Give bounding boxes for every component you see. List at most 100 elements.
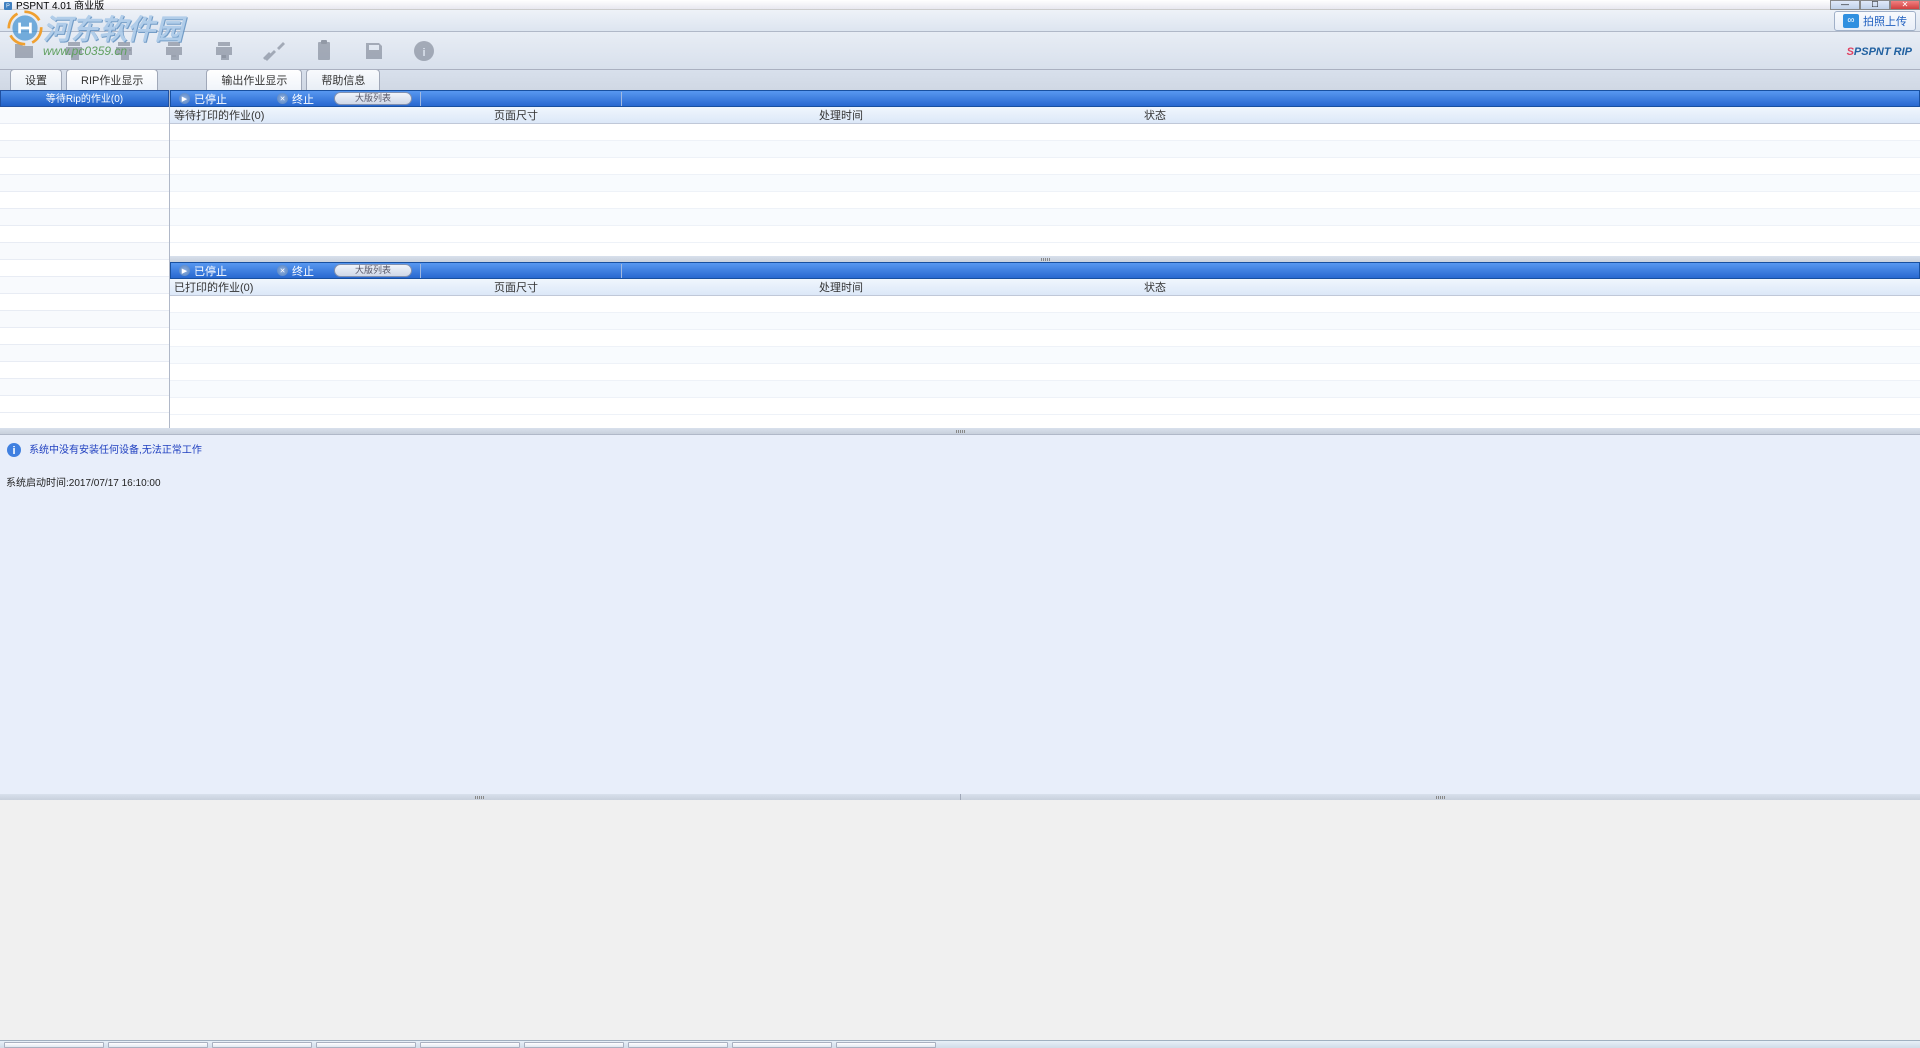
close-button[interactable]: ✕ (1890, 0, 1920, 10)
upload-button[interactable]: ∞ 拍照上传 (1834, 11, 1916, 31)
divider (420, 92, 421, 106)
log-line: i 系统中没有安装任何设备,无法正常工作 (6, 441, 1914, 458)
stop-icon: ✕ (277, 93, 288, 104)
taskbar-item[interactable] (628, 1042, 728, 1048)
info-icon[interactable]: i (408, 36, 440, 66)
table-row[interactable] (170, 347, 1920, 364)
col-time[interactable]: 处理时间 (815, 279, 1140, 295)
table-waiting: 等待打印的作业(0) 页面尺寸 处理时间 状态 (170, 107, 1920, 256)
tab-help[interactable]: 帮助信息 (306, 69, 380, 90)
stop-action-2[interactable]: ✕ 终止 (277, 263, 314, 279)
taskbar-item[interactable] (316, 1042, 416, 1048)
table-row[interactable] (170, 141, 1920, 158)
list-item[interactable] (0, 328, 169, 345)
table-row[interactable] (170, 226, 1920, 243)
brand-label: SPSPNT RIP (1847, 43, 1912, 58)
table-row[interactable] (170, 296, 1920, 313)
upload-label: 拍照上传 (1863, 13, 1907, 29)
list-item[interactable] (0, 362, 169, 379)
list-item[interactable] (0, 379, 169, 396)
table-row[interactable] (170, 158, 1920, 175)
stop-icon: ✕ (277, 265, 288, 276)
clipboard-icon[interactable] (308, 36, 340, 66)
col-jobname[interactable]: 等待打印的作业(0) (170, 107, 490, 123)
layout-button-1[interactable]: 大版列表 (334, 92, 412, 105)
bottom-splitter[interactable] (0, 794, 1920, 800)
list-item[interactable] (0, 277, 169, 294)
table-row[interactable] (170, 209, 1920, 226)
layout-button-2[interactable]: 大版列表 (334, 264, 412, 277)
list-item[interactable] (0, 124, 169, 141)
col-jobname[interactable]: 已打印的作业(0) (170, 279, 490, 295)
list-item[interactable] (0, 294, 169, 311)
log-message: 系统中没有安装任何设备,无法正常工作 (29, 445, 202, 456)
printer3-icon[interactable] (158, 36, 190, 66)
list-item[interactable] (0, 243, 169, 260)
printer4-icon[interactable] (208, 36, 240, 66)
table-header-1: 等待打印的作业(0) 页面尺寸 处理时间 状态 (170, 107, 1920, 124)
minimize-button[interactable]: — (1830, 0, 1860, 10)
table-row[interactable] (170, 124, 1920, 141)
taskbar (0, 1040, 1920, 1048)
list-item[interactable] (0, 311, 169, 328)
taskbar-item[interactable] (732, 1042, 832, 1048)
list-item[interactable] (0, 226, 169, 243)
col-time[interactable]: 处理时间 (815, 107, 1140, 123)
main-area: 等待Rip的作业(0) ▶ 已停止 ✕ 终止 大版列表 (0, 90, 1920, 428)
list-item[interactable] (0, 260, 169, 277)
list-item[interactable] (0, 107, 169, 124)
table-row[interactable] (170, 192, 1920, 209)
upload-bar: ∞ 拍照上传 (0, 10, 1920, 32)
col-status[interactable]: 状态 (1140, 107, 1920, 123)
maximize-button[interactable]: ☐ (1860, 0, 1890, 10)
list-item[interactable] (0, 175, 169, 192)
play-icon[interactable]: ▶ (179, 265, 190, 276)
table-row[interactable] (170, 381, 1920, 398)
list-item[interactable] (0, 141, 169, 158)
table-row[interactable] (170, 364, 1920, 381)
tab-output-jobs[interactable]: 输出作业显示 (206, 69, 302, 90)
table-row[interactable] (170, 398, 1920, 415)
content-area: ▶ 已停止 ✕ 终止 大版列表 等待打印的作业(0) 页面尺寸 处理时间 状态 (170, 90, 1920, 428)
taskbar-item[interactable] (524, 1042, 624, 1048)
table-row[interactable] (170, 175, 1920, 192)
table-row[interactable] (170, 313, 1920, 330)
info-icon: i (6, 442, 22, 458)
log-start-time: 系统启动时间:2017/07/17 16:10:00 (6, 474, 1914, 489)
tab-rip-jobs[interactable]: RIP作业显示 (66, 69, 158, 90)
taskbar-item[interactable] (108, 1042, 208, 1048)
printer1-icon[interactable] (58, 36, 90, 66)
list-item[interactable] (0, 158, 169, 175)
app-icon: P (4, 1, 12, 9)
taskbar-item[interactable] (212, 1042, 312, 1048)
paused-status-2: ▶ 已停止 (179, 263, 227, 279)
window-controls: — ☐ ✕ (1830, 0, 1920, 10)
taskbar-item[interactable] (420, 1042, 520, 1048)
action-bar-2: ▶ 已停止 ✕ 终止 大版列表 (170, 262, 1920, 279)
col-pagesize[interactable]: 页面尺寸 (490, 107, 815, 123)
tools-icon[interactable] (258, 36, 290, 66)
list-item[interactable] (0, 209, 169, 226)
save-icon[interactable] (358, 36, 390, 66)
stop-action-1[interactable]: ✕ 终止 (277, 91, 314, 107)
play-icon[interactable]: ▶ (179, 93, 190, 104)
sidebar: 等待Rip的作业(0) (0, 90, 170, 428)
svg-text:P: P (6, 3, 10, 9)
window-title: PSPNT 4.01 商业版 (16, 0, 104, 12)
table-printed: 已打印的作业(0) 页面尺寸 处理时间 状态 (170, 279, 1920, 428)
cloud-icon: ∞ (1843, 14, 1859, 28)
taskbar-item[interactable] (4, 1042, 104, 1048)
table-row[interactable] (170, 330, 1920, 347)
col-status[interactable]: 状态 (1140, 279, 1920, 295)
tab-row: 设置 RIP作业显示 输出作业显示 帮助信息 (0, 70, 1920, 90)
folder-icon[interactable] (8, 36, 40, 66)
divider (420, 264, 421, 278)
printer2-icon[interactable] (108, 36, 140, 66)
col-pagesize[interactable]: 页面尺寸 (490, 279, 815, 295)
log-panel: i 系统中没有安装任何设备,无法正常工作 系统启动时间:2017/07/17 1… (0, 434, 1920, 794)
taskbar-item[interactable] (836, 1042, 936, 1048)
list-item[interactable] (0, 345, 169, 362)
list-item[interactable] (0, 396, 169, 413)
tab-settings[interactable]: 设置 (10, 69, 62, 90)
list-item[interactable] (0, 192, 169, 209)
